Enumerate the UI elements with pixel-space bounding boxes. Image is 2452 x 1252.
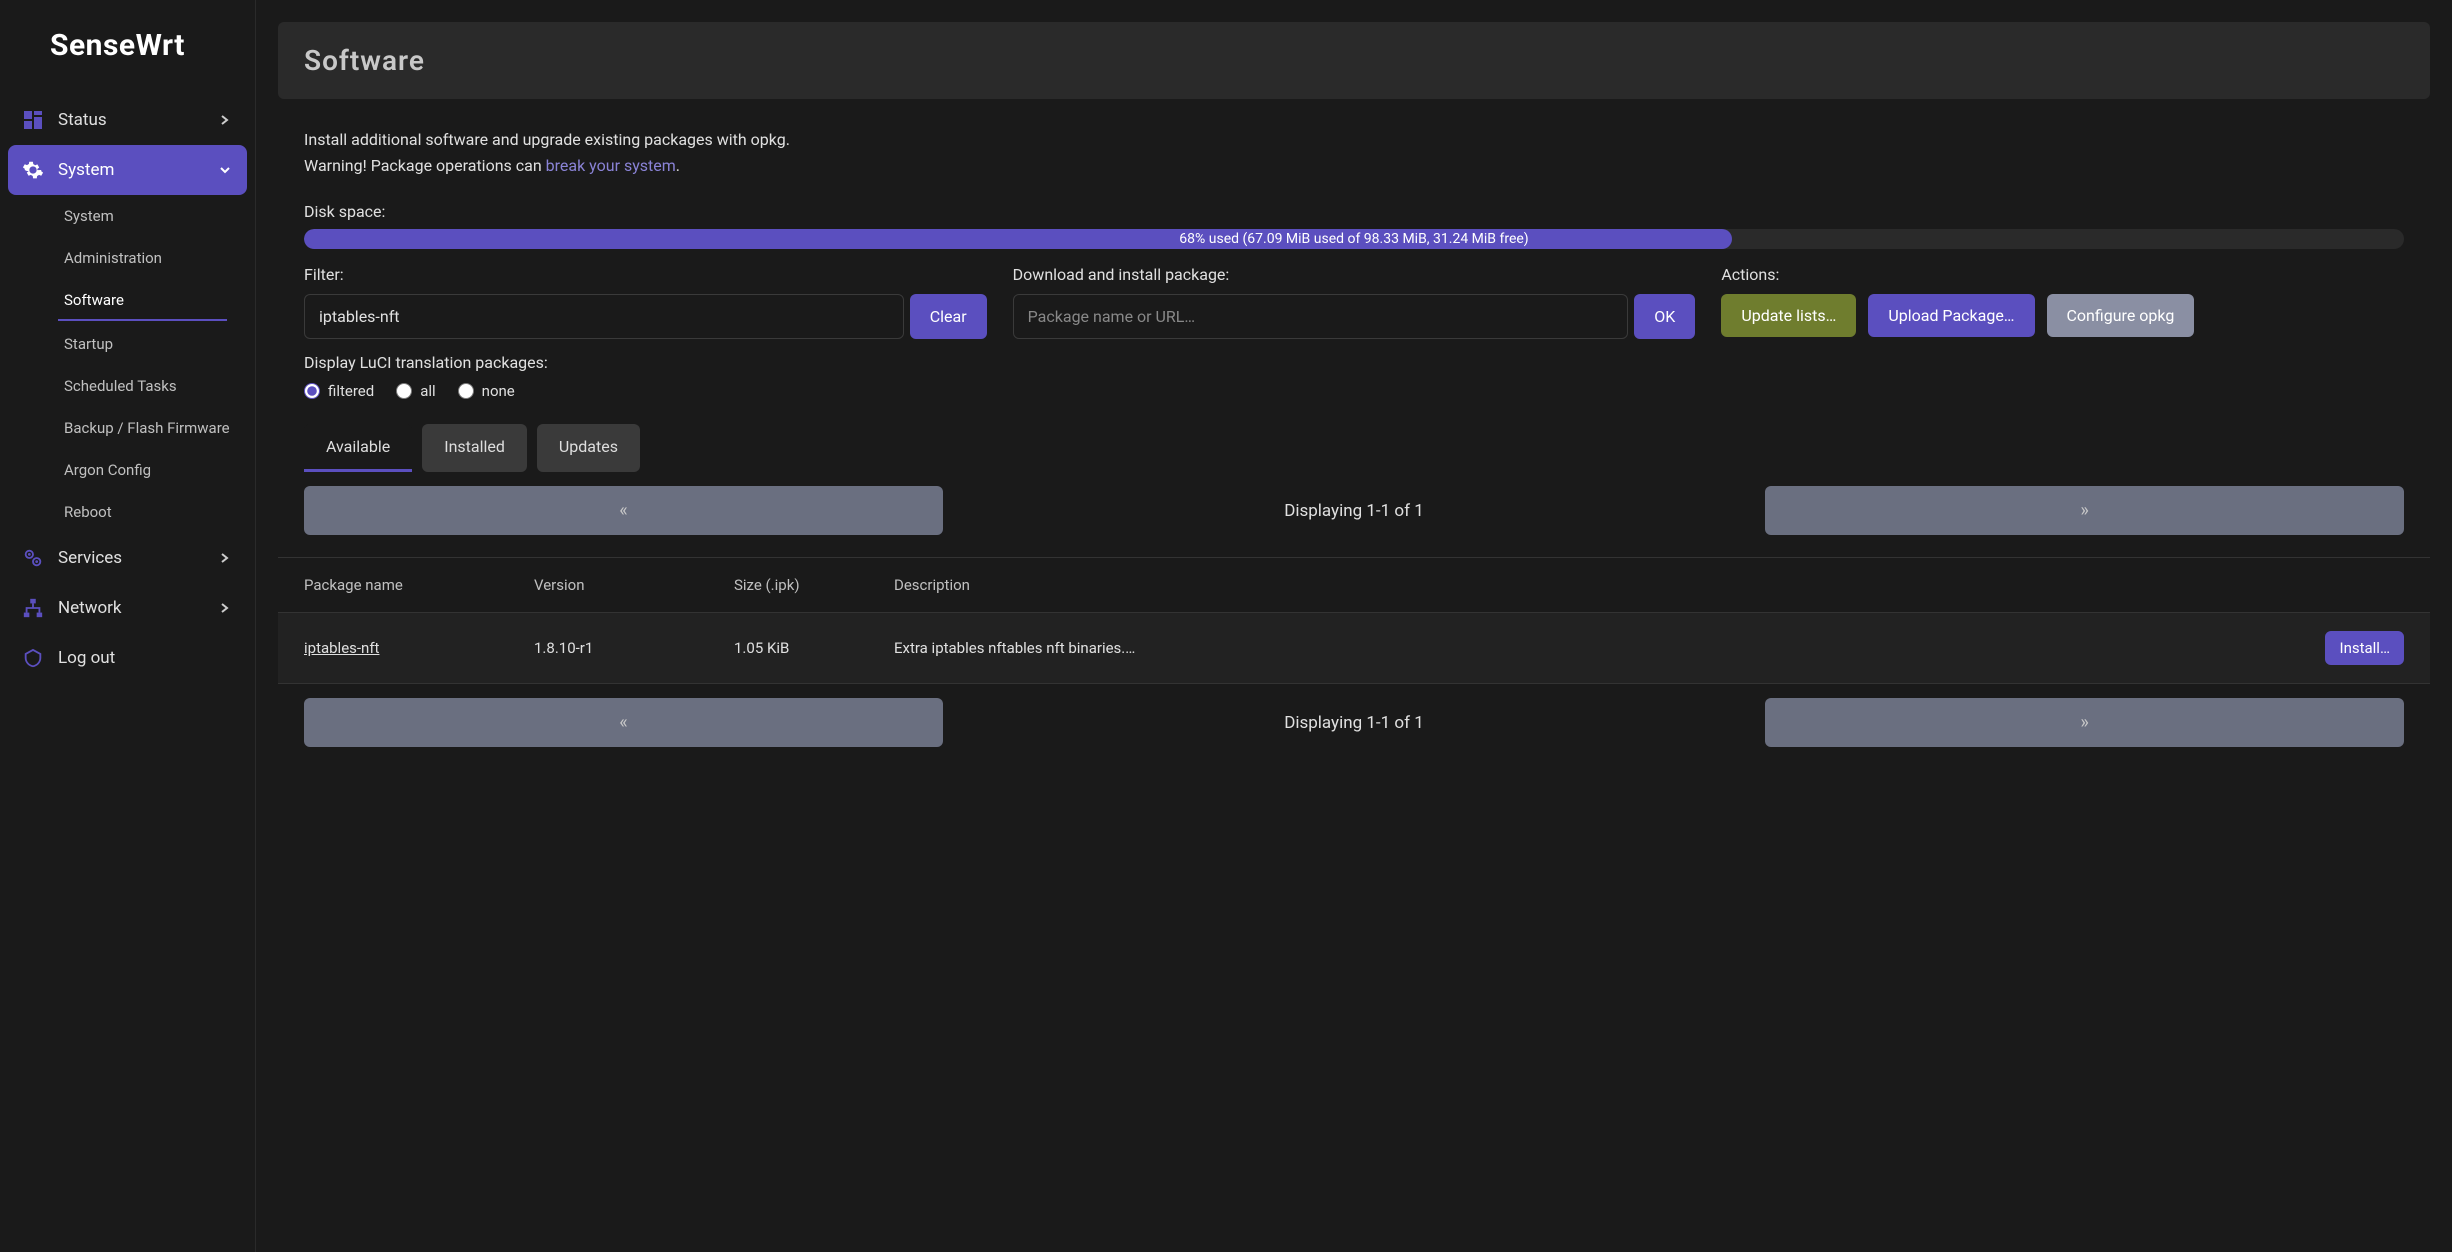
pager-bottom: « Displaying 1-1 of 1 »: [278, 698, 2430, 747]
logout-icon: [22, 647, 44, 669]
package-version: 1.8.10-r1: [534, 639, 724, 657]
actions-label: Actions:: [1721, 265, 2404, 284]
filter-label: Filter:: [304, 265, 987, 284]
package-name-link[interactable]: iptables-nft: [304, 639, 379, 657]
system-submenu: System Administration Software Startup S…: [8, 195, 247, 533]
col-header-name: Package name: [304, 576, 524, 594]
sidebar-item-system[interactable]: System: [8, 145, 247, 195]
disk-space-block: Disk space: 68% used (67.09 MiB used of …: [278, 202, 2430, 249]
sidebar-item-services[interactable]: Services: [8, 533, 247, 583]
filter-input[interactable]: [304, 294, 904, 339]
sidebar: SenseWrt Status System System Administra…: [0, 0, 256, 1252]
download-group: Download and install package: OK: [1013, 265, 1696, 339]
radio-none[interactable]: none: [458, 382, 515, 400]
pager-prev-button[interactable]: «: [304, 486, 943, 535]
disk-space-bar: 68% used (67.09 MiB used of 98.33 MiB, 3…: [304, 229, 2404, 249]
chevron-right-icon: [217, 550, 233, 566]
translation-label: Display LuCI translation packages:: [304, 353, 2404, 372]
configure-opkg-button[interactable]: Configure opkg: [2047, 294, 2195, 337]
subnav-reboot[interactable]: Reboot: [58, 491, 247, 533]
download-input[interactable]: [1013, 294, 1629, 339]
break-system-link[interactable]: break your system: [546, 156, 676, 175]
pager-next-button[interactable]: »: [1765, 698, 2404, 747]
subnav-backup-flash[interactable]: Backup / Flash Firmware: [58, 407, 247, 449]
sidebar-item-network[interactable]: Network: [8, 583, 247, 633]
intro-line-1: Install additional software and upgrade …: [304, 127, 2404, 153]
chevron-right-icon: [217, 112, 233, 128]
subnav-administration[interactable]: Administration: [58, 237, 247, 279]
dashboard-icon: [22, 109, 44, 131]
brand-logo: SenseWrt: [0, 0, 255, 91]
package-table: Package name Version Size (.ipk) Descrip…: [278, 557, 2430, 684]
download-label: Download and install package:: [1013, 265, 1696, 284]
intro-text: Install additional software and upgrade …: [278, 127, 2430, 178]
sidebar-item-status[interactable]: Status: [8, 95, 247, 145]
tab-installed[interactable]: Installed: [422, 424, 527, 472]
subnav-software[interactable]: Software: [58, 279, 227, 321]
sidebar-item-label: System: [58, 160, 203, 180]
radio-filtered[interactable]: filtered: [304, 382, 374, 400]
page-title: Software: [304, 44, 2404, 77]
col-header-description: Description: [894, 576, 2294, 594]
update-lists-button[interactable]: Update lists…: [1721, 294, 1856, 337]
sidebar-item-logout[interactable]: Log out: [8, 633, 247, 683]
radio-all[interactable]: all: [396, 382, 435, 400]
table-row: iptables-nft 1.8.10-r1 1.05 KiB Extra ip…: [278, 613, 2430, 683]
tab-available[interactable]: Available: [304, 424, 412, 472]
translation-filter: Display LuCI translation packages: filte…: [278, 353, 2430, 400]
intro-line-2: Warning! Package operations can break yo…: [304, 153, 2404, 179]
install-button[interactable]: Install…: [2325, 631, 2404, 665]
table-header-row: Package name Version Size (.ipk) Descrip…: [278, 558, 2430, 613]
pager-info: Displaying 1-1 of 1: [943, 486, 1765, 535]
radio-all-input[interactable]: [396, 383, 412, 399]
package-tabs: Available Installed Updates: [278, 424, 2430, 472]
pager-next-button[interactable]: »: [1765, 486, 2404, 535]
col-header-size: Size (.ipk): [734, 576, 884, 594]
page-header: Software: [278, 22, 2430, 99]
subnav-scheduled-tasks[interactable]: Scheduled Tasks: [58, 365, 247, 407]
chevron-right-icon: [217, 600, 233, 616]
subnav-argon-config[interactable]: Argon Config: [58, 449, 247, 491]
pager-info: Displaying 1-1 of 1: [943, 698, 1765, 747]
sidebar-item-label: Services: [58, 548, 203, 568]
upload-package-button[interactable]: Upload Package…: [1868, 294, 2034, 337]
radio-filtered-input[interactable]: [304, 383, 320, 399]
chevron-down-icon: [217, 162, 233, 178]
subnav-system[interactable]: System: [58, 195, 247, 237]
package-size: 1.05 KiB: [734, 639, 884, 657]
actions-group: Actions: Update lists… Upload Package… C…: [1721, 265, 2404, 339]
gears-icon: [22, 547, 44, 569]
sidebar-item-label: Log out: [58, 648, 233, 668]
col-header-version: Version: [534, 576, 724, 594]
disk-space-text: 68% used (67.09 MiB used of 98.33 MiB, 3…: [304, 229, 2404, 249]
pager-top: « Displaying 1-1 of 1 »: [278, 486, 2430, 535]
subnav-startup[interactable]: Startup: [58, 323, 247, 365]
radio-none-input[interactable]: [458, 383, 474, 399]
tab-updates[interactable]: Updates: [537, 424, 640, 472]
network-icon: [22, 597, 44, 619]
gear-icon: [22, 159, 44, 181]
sidebar-item-label: Network: [58, 598, 203, 618]
pager-prev-button[interactable]: «: [304, 698, 943, 747]
filter-group: Filter: Clear: [304, 265, 987, 339]
ok-button[interactable]: OK: [1634, 294, 1695, 339]
main-content: Software Install additional software and…: [256, 0, 2452, 1252]
clear-button[interactable]: Clear: [910, 294, 987, 339]
package-description: Extra iptables nftables nft binaries.…: [894, 639, 2294, 657]
disk-space-label: Disk space:: [304, 202, 2404, 221]
sidebar-item-label: Status: [58, 110, 203, 130]
